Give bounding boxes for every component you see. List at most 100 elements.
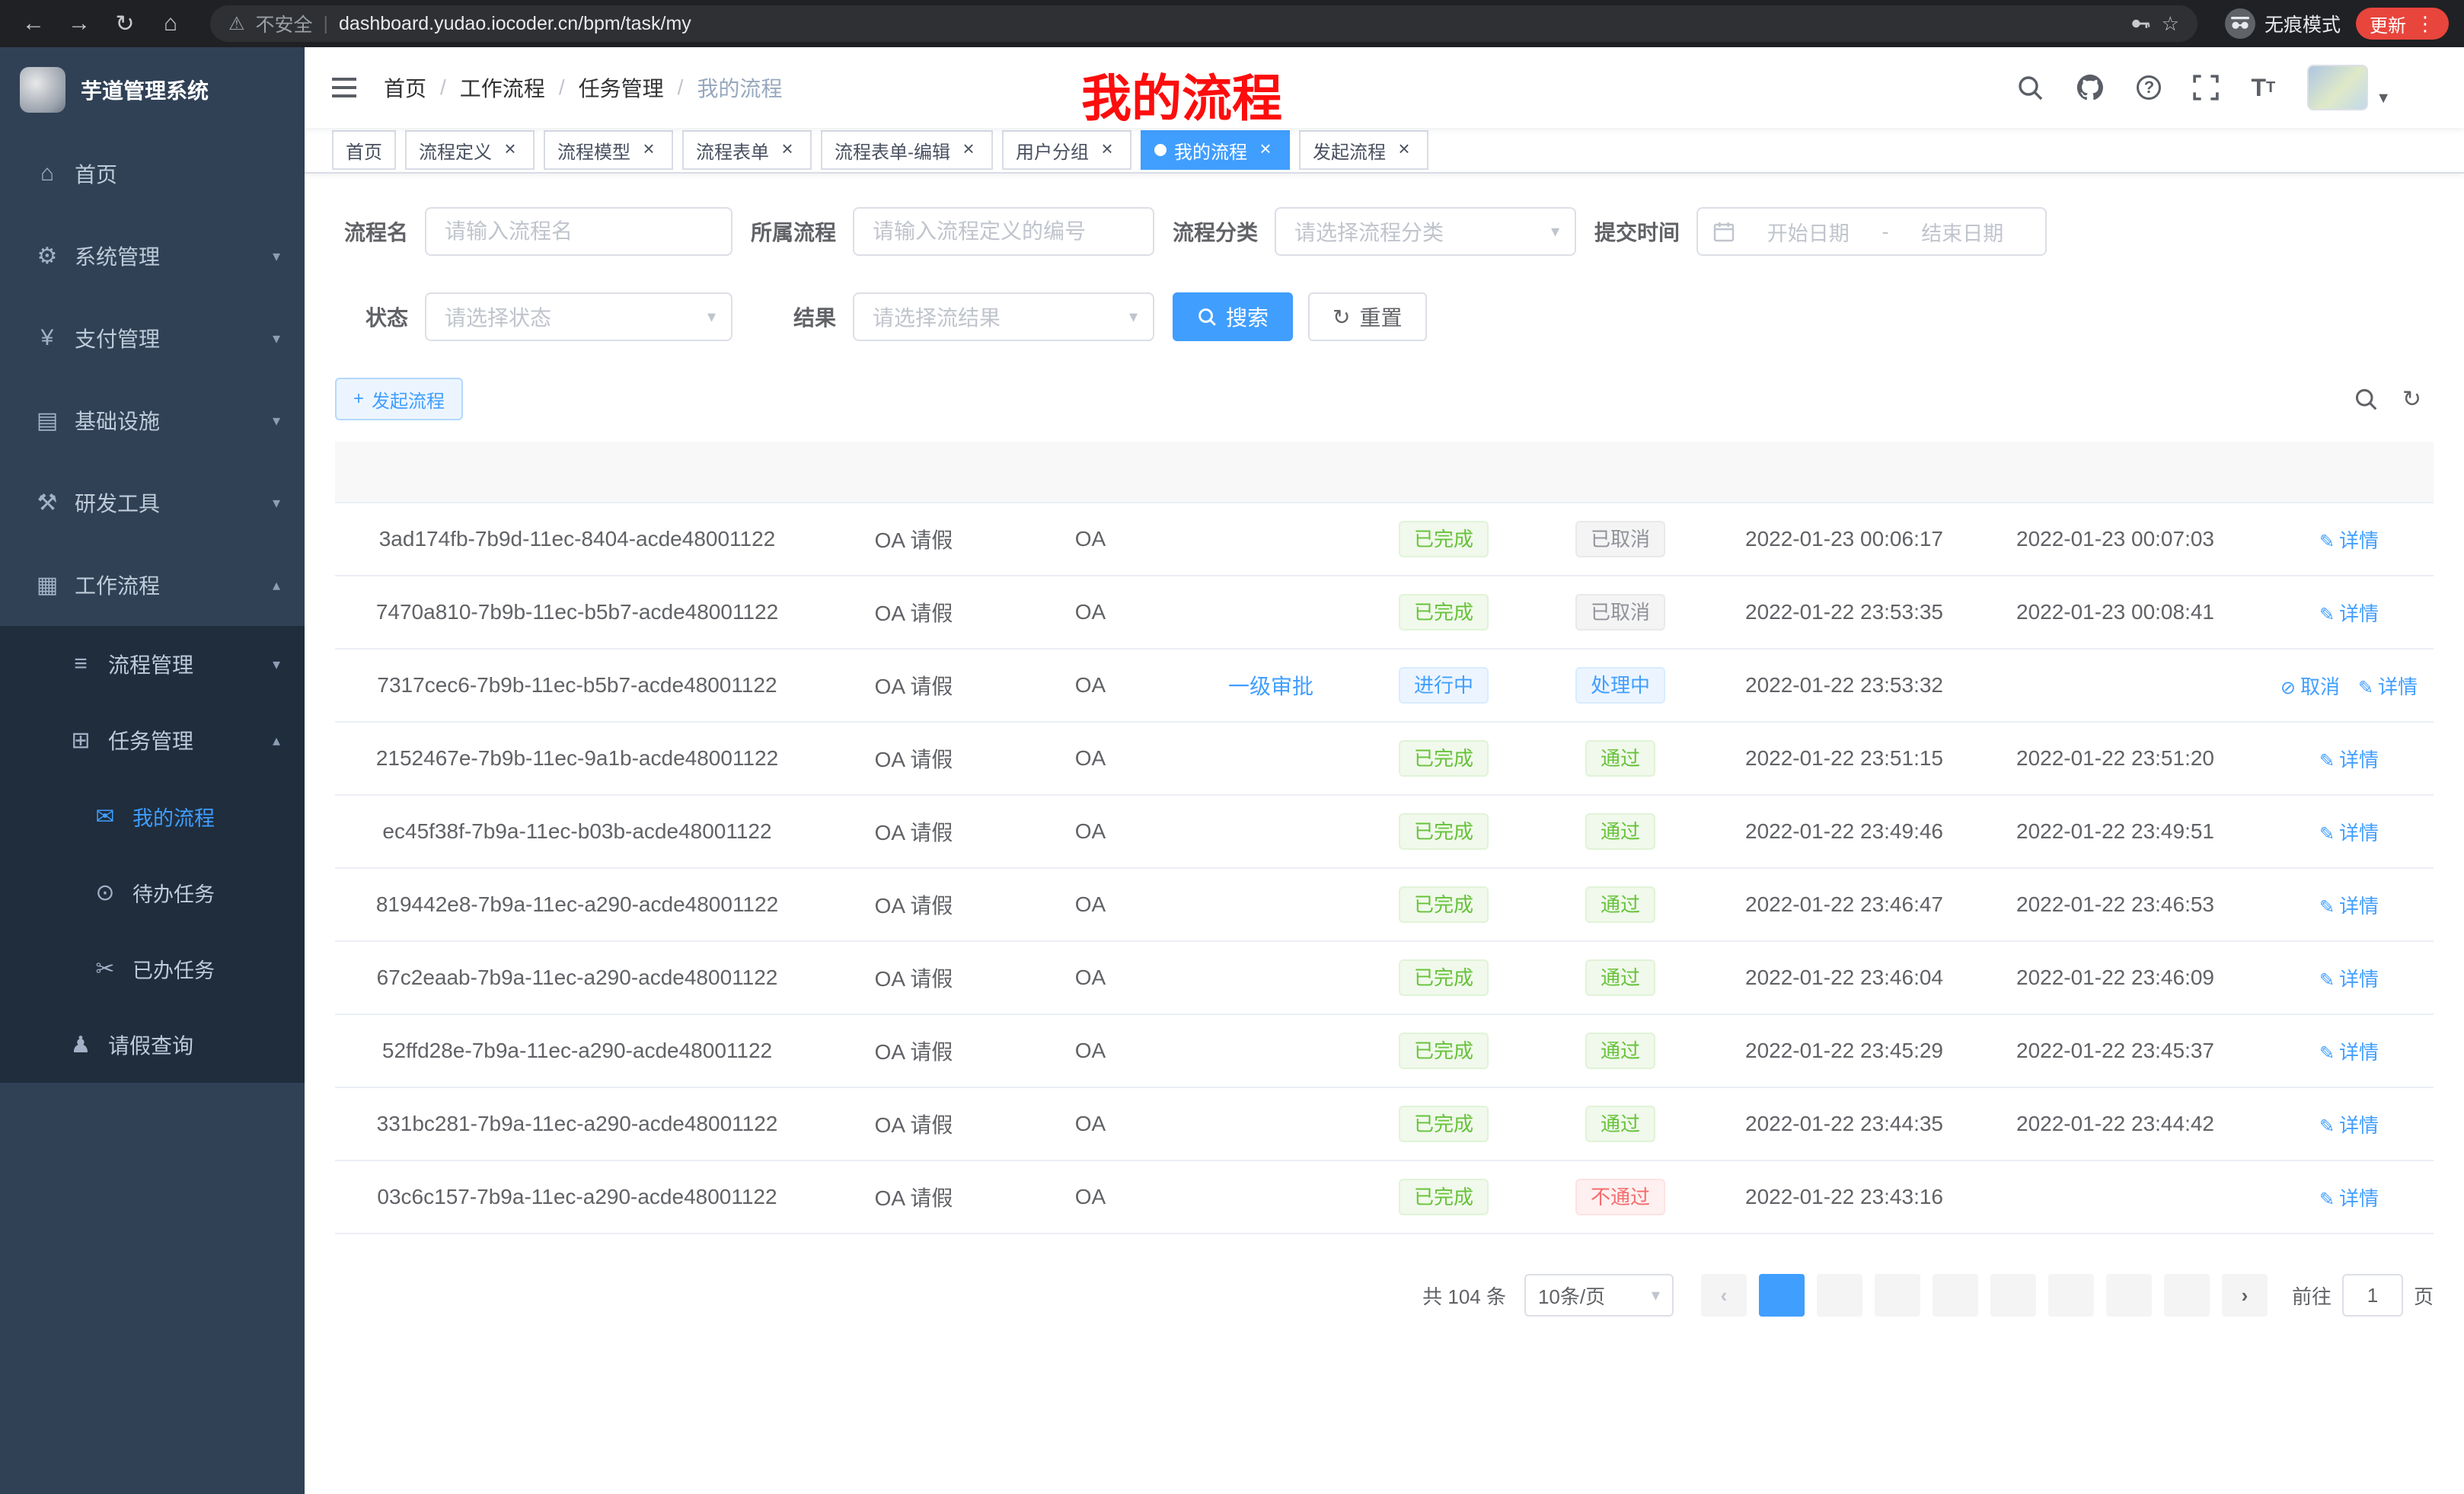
help-icon[interactable]: ? [2137,75,2161,100]
tab[interactable]: 首页 [332,130,396,170]
result-badge: 通过 [1585,959,1655,996]
category-select[interactable]: 请选择流程分类 ▾ [1275,207,1576,256]
page-button[interactable] [1875,1274,1920,1317]
page-button[interactable] [1990,1274,2036,1317]
close-icon[interactable]: × [1393,139,1415,161]
detail-action-link[interactable]: ✎详情 [2319,1041,2379,1064]
close-icon[interactable]: × [777,139,798,161]
font-size-icon[interactable]: TT [2251,75,2275,100]
search-button[interactable]: 搜索 [1173,292,1293,341]
close-icon[interactable]: × [1096,139,1118,161]
tab[interactable]: 发起流程 × [1299,130,1428,170]
parent-process-label: 所属流程 [745,216,836,247]
key-icon[interactable] [2130,13,2151,34]
tab[interactable]: 流程定义 × [405,130,535,170]
detail-action-link[interactable]: ✎详情 [2319,1187,2379,1210]
result-badge: 不通过 [1575,1179,1665,1215]
close-icon[interactable]: × [1255,139,1276,161]
close-icon[interactable]: × [958,139,979,161]
close-icon[interactable]: × [500,139,521,161]
sidebar-menu-item[interactable]: ¥ 支付管理 ▾ [0,297,305,379]
sidebar-menu-item[interactable]: ▤ 基础设施 ▾ [0,379,305,461]
tab[interactable]: 用户分组 × [1002,130,1131,170]
parent-process-input[interactable] [853,207,1154,256]
search-icon[interactable] [2016,74,2044,101]
detail-action-link[interactable]: ✎详情 [2319,602,2379,625]
sidebar-menu-item[interactable]: ✉ 我的流程 [0,778,305,854]
page-size-select[interactable]: 10条/页 ▾ [1524,1274,1674,1317]
reset-button[interactable]: ↻ 重置 [1308,292,1426,341]
next-page-button[interactable]: › [2222,1274,2268,1317]
cell-category: OA [1008,649,1173,722]
logo[interactable]: 芋道管理系统 [0,47,305,132]
page-button[interactable] [1933,1274,1978,1317]
sidebar-menu-item[interactable]: ▦ 工作流程 ▴ [0,544,305,626]
create-process-button[interactable]: + 发起流程 [335,378,463,420]
detail-action-link[interactable]: ✎详情 [2358,675,2418,698]
toggle-search-icon[interactable] [2354,387,2378,411]
sidebar-menu-item[interactable]: ⚒ 研发工具 ▾ [0,461,305,544]
tab[interactable]: 我的流程 × [1141,130,1290,170]
address-bar[interactable]: ⚠ 不安全 | dashboard.yudao.iocoder.cn/bpm/t… [210,5,2197,42]
page-button[interactable] [1817,1274,1862,1317]
detail-action-link[interactable]: ✎详情 [2319,822,2379,844]
sidebar-menu-item[interactable]: ⊞ 任务管理 ▴ [0,702,305,778]
sidebar-menu-item[interactable]: ♟ 请假查询 [0,1007,305,1083]
cell-category: OA [1008,941,1173,1014]
detail-action-link[interactable]: ✎详情 [2319,749,2379,771]
status-select[interactable]: 请选择状态 ▾ [425,292,732,341]
status-badge: 已完成 [1399,813,1489,850]
browser-back-button[interactable]: ← [15,5,52,42]
fullscreen-icon[interactable] [2193,75,2219,101]
sidebar-menu-item[interactable]: ⌂ 首页 [0,132,305,215]
status-badge: 已完成 [1399,1106,1489,1142]
sidebar-menu-item[interactable]: ✂ 已办任务 [0,931,305,1007]
result-placeholder: 请选择流结果 [873,302,1001,332]
more-pages-button[interactable] [2106,1274,2152,1317]
page-button[interactable] [2048,1274,2094,1317]
sidebar-menu-item[interactable]: ≡ 流程管理 ▾ [0,626,305,702]
bookmark-star-icon[interactable]: ☆ [2162,12,2179,36]
refresh-icon[interactable]: ↻ [2402,386,2421,413]
current-task-link[interactable]: 一级审批 [1228,675,1313,698]
goto-label: 前往 [2292,1282,2332,1310]
breadcrumb-item[interactable]: 首页 [384,72,426,103]
prev-page-button[interactable]: ‹ [1701,1274,1747,1317]
tab-label: 首页 [346,137,382,164]
page-button[interactable] [2164,1274,2210,1317]
close-icon[interactable]: × [638,139,659,161]
detail-action-link[interactable]: ✎详情 [2319,968,2379,991]
sidebar-item-label: 基础设施 [75,405,160,436]
sidebar-menu-item[interactable]: ⚙ 系统管理 ▾ [0,215,305,297]
sidebar-menu-item[interactable]: ⊙ 待办任务 [0,854,305,931]
detail-action-link[interactable]: ✎详情 [2319,895,2379,918]
security-label[interactable]: 不安全 [256,10,313,37]
url-text[interactable]: dashboard.yudao.iocoder.cn/bpm/task/my [339,13,691,35]
process-table: 3ad174fb-7b9d-11ec-8404-acde48001122 OA … [335,442,2434,1234]
goto-page-input[interactable] [2342,1274,2403,1317]
tab[interactable]: 流程模型 × [544,130,673,170]
github-icon[interactable] [2076,73,2105,102]
tab[interactable]: 流程表单 × [682,130,812,170]
hamburger-icon[interactable] [329,72,359,103]
submit-time-range-picker[interactable]: 开始日期 - 结束日期 [1696,207,2047,256]
detail-action-link[interactable]: ✎详情 [2319,529,2379,552]
cell-operations: ✎详情 [2265,941,2434,1014]
page-button[interactable] [1759,1274,1805,1317]
result-select[interactable]: 请选择流结果 ▾ [853,292,1154,341]
breadcrumb-item[interactable]: 任务管理 [579,72,664,103]
browser-home-button[interactable]: ⌂ [152,5,189,42]
browser-forward-button[interactable]: → [61,5,97,42]
cell-operations: ✎详情 [2265,503,2434,576]
tab[interactable]: 流程表单-编辑 × [821,130,993,170]
user-avatar-menu[interactable]: ▼ [2307,65,2391,110]
cancel-action-link[interactable]: ⊘取消 [2280,675,2340,698]
table-row: 7317cec6-7b9b-11ec-b5b7-acde48001122 OA … [335,649,2434,722]
process-name-input[interactable] [425,207,732,256]
chevron-down-icon: ▾ [1551,222,1559,241]
breadcrumb-item[interactable]: 工作流程 [460,72,545,103]
detail-action-link[interactable]: ✎详情 [2319,1114,2379,1137]
browser-reload-button[interactable]: ↻ [107,5,143,42]
kebab-menu-icon[interactable]: ⋮ [2415,12,2435,36]
browser-update-button[interactable]: 更新 ⋮ [2356,8,2449,40]
